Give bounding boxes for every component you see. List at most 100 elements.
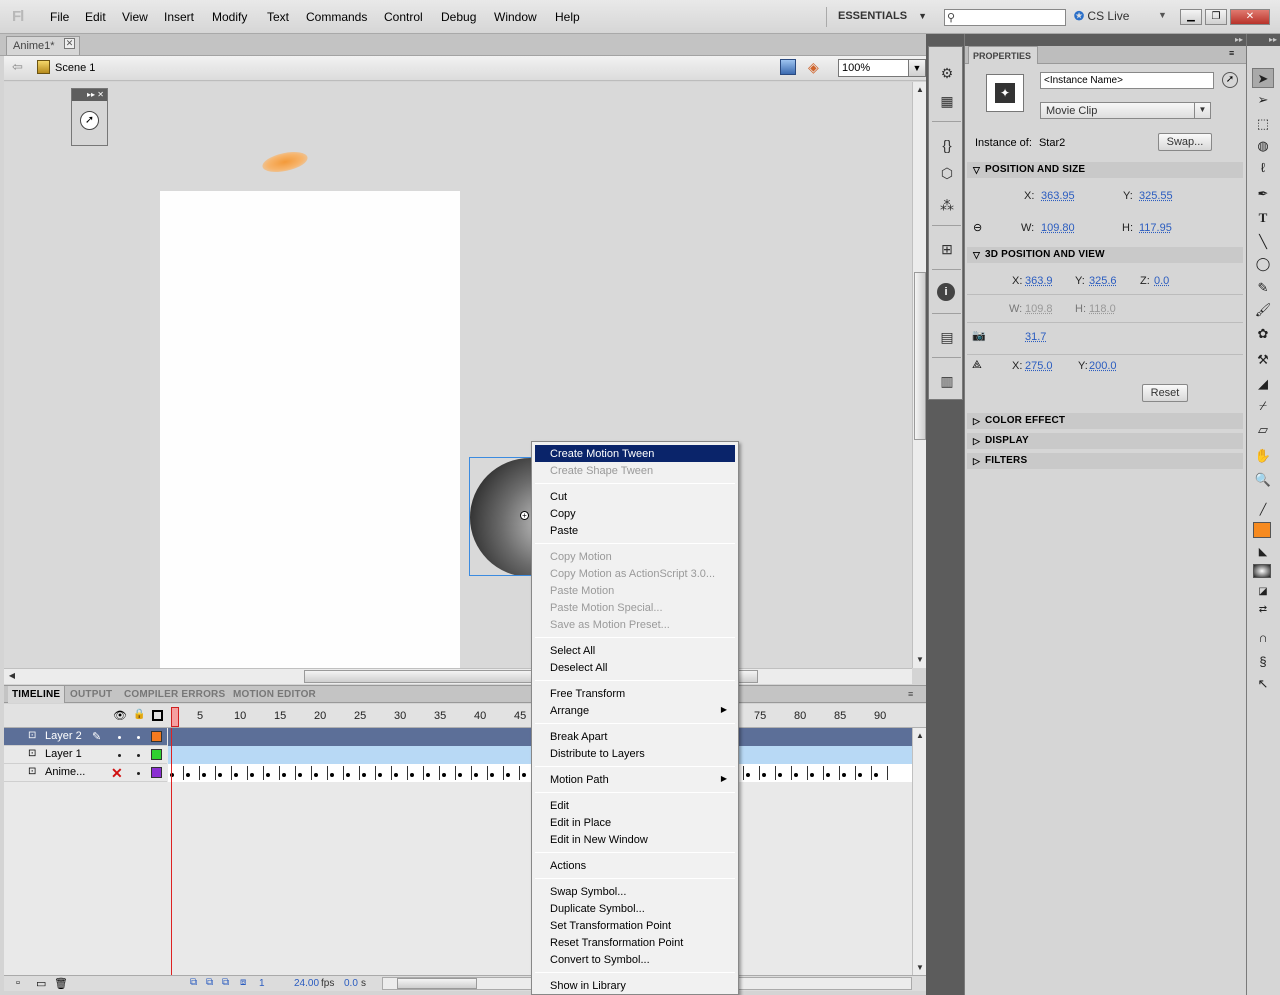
frame-cell[interactable]: [320, 766, 328, 780]
frame-cell[interactable]: [304, 766, 312, 780]
frame-number[interactable]: 35: [434, 710, 446, 722]
frame-number[interactable]: 25: [354, 710, 366, 722]
frame-cell[interactable]: [456, 766, 464, 780]
frame-cell[interactable]: [432, 766, 440, 780]
chevron-down-icon[interactable]: ▼: [908, 59, 926, 77]
free-transform-tool-icon[interactable]: ⬚: [1252, 114, 1274, 134]
back-arrow-icon[interactable]: ⇦: [12, 59, 23, 75]
lasso-tool-icon[interactable]: ℓ: [1252, 158, 1274, 178]
frame-cell[interactable]: [344, 766, 352, 780]
perspective-angle[interactable]: 31.7: [1025, 331, 1046, 343]
frame-cell[interactable]: [264, 766, 272, 780]
search-input[interactable]: ⚲: [944, 9, 1066, 26]
menu-item-arrange[interactable]: Arrange ▶: [535, 702, 735, 719]
onion-skin-icon[interactable]: ⧉: [206, 977, 213, 988]
stroke-color-icon[interactable]: ╱: [1252, 500, 1274, 520]
frame-cell[interactable]: [216, 766, 224, 780]
orange-glow-shape[interactable]: [260, 148, 310, 176]
section-filters[interactable]: ▷ FILTERS: [967, 453, 1243, 469]
menu-item-swap-symbol[interactable]: Swap Symbol...: [535, 883, 735, 900]
center-frame-icon[interactable]: ⧉: [190, 977, 197, 988]
frame-cell[interactable]: [760, 766, 768, 780]
frame-number[interactable]: 10: [234, 710, 246, 722]
edit-symbols-icon[interactable]: ◈: [808, 59, 824, 75]
frame-cell[interactable]: [840, 766, 848, 780]
frame-cell[interactable]: [312, 766, 320, 780]
align-icon[interactable]: ▤: [937, 327, 957, 347]
menu-item-free-transform[interactable]: Free Transform: [535, 685, 735, 702]
frame-number[interactable]: 75: [754, 710, 766, 722]
registration-point[interactable]: +: [520, 511, 529, 520]
frame-cell[interactable]: [440, 766, 448, 780]
frame-cell[interactable]: [856, 766, 864, 780]
frame-cell[interactable]: [880, 766, 888, 780]
frame-cell[interactable]: [168, 766, 176, 780]
menu-item-set-transformation-point[interactable]: Set Transformation Point: [535, 917, 735, 934]
menu-debug[interactable]: Debug: [441, 10, 476, 24]
frame-cell[interactable]: [832, 766, 840, 780]
current-frame[interactable]: 1: [259, 978, 265, 989]
y-value[interactable]: 325.55: [1139, 190, 1173, 202]
menu-window[interactable]: Window: [494, 10, 537, 24]
cs-live-button[interactable]: ✪ CS Live: [1074, 9, 1129, 23]
stage-vertical-scrollbar[interactable]: ▲ ▼: [912, 82, 926, 668]
frame-cell[interactable]: [872, 766, 880, 780]
onion-outline-icon[interactable]: ⧉: [222, 977, 229, 988]
scroll-up-icon[interactable]: ▲: [914, 730, 926, 742]
vanishing-y[interactable]: 200.0: [1089, 360, 1117, 372]
panel-menu-icon[interactable]: ≡: [1229, 48, 1234, 58]
close-window-button[interactable]: ✕: [1230, 9, 1270, 25]
frame-cell[interactable]: [504, 766, 512, 780]
scroll-down-icon[interactable]: ▼: [914, 654, 926, 666]
panel-collapse-bar[interactable]: ▸▸: [1247, 34, 1280, 46]
chevron-down-icon[interactable]: ▼: [1158, 10, 1167, 20]
timeline-vertical-scrollbar[interactable]: ▲ ▼: [912, 728, 926, 976]
edit-scene-icon[interactable]: [780, 59, 796, 75]
elapsed-time[interactable]: 0.0: [344, 978, 358, 989]
visibility-dot[interactable]: [118, 754, 121, 757]
motion-presets-icon[interactable]: ⚙: [937, 63, 957, 83]
frame-number[interactable]: 45: [514, 710, 526, 722]
stage-horizontal-scrollbar[interactable]: ◀: [4, 668, 912, 684]
z3d-value[interactable]: 0.0: [1154, 275, 1169, 287]
menu-file[interactable]: File: [50, 10, 69, 24]
menu-item-convert-to-symbol[interactable]: Convert to Symbol...: [535, 951, 735, 968]
scroll-thumb[interactable]: [914, 272, 926, 440]
frame-number[interactable]: 30: [394, 710, 406, 722]
frame-cell[interactable]: [240, 766, 248, 780]
stage-area[interactable]: + ▸▸ ✕ ➚: [4, 82, 912, 668]
frame-cell[interactable]: [336, 766, 344, 780]
arrow-icon[interactable]: ➚: [80, 111, 99, 130]
x3d-value[interactable]: 363.9: [1025, 275, 1053, 287]
new-layer-icon[interactable]: ▫: [16, 977, 20, 989]
frame-cell[interactable]: [184, 766, 192, 780]
line-tool-icon[interactable]: ╲: [1252, 232, 1274, 252]
menu-insert[interactable]: Insert: [164, 10, 194, 24]
frame-cell[interactable]: [784, 766, 792, 780]
menu-view[interactable]: View: [122, 10, 148, 24]
edit-multiple-frames-icon[interactable]: ⧈: [240, 977, 246, 988]
lock-dot[interactable]: [137, 772, 140, 775]
frame-cell[interactable]: [424, 766, 432, 780]
frame-cell[interactable]: [248, 766, 256, 780]
hand-tool-icon[interactable]: ✋: [1252, 446, 1274, 466]
frame-cell[interactable]: [328, 766, 336, 780]
frame-cell[interactable]: [288, 766, 296, 780]
menu-item-cut[interactable]: Cut: [535, 488, 735, 505]
link-icon[interactable]: ⊖: [973, 221, 982, 234]
section-3d-position[interactable]: ▽ 3D POSITION AND VIEW: [967, 247, 1243, 263]
tab-properties[interactable]: PROPERTIES: [968, 46, 1039, 64]
menu-edit[interactable]: Edit: [85, 10, 106, 24]
menu-item-motion-path[interactable]: Motion Path ▶: [535, 771, 735, 788]
brush-tool-icon[interactable]: 🖌: [1252, 300, 1274, 320]
w-value[interactable]: 109.80: [1041, 222, 1075, 234]
zoom-tool-icon[interactable]: 🔍: [1252, 470, 1274, 490]
eyedropper-tool-icon[interactable]: ⌿: [1252, 396, 1274, 416]
frame-cell[interactable]: [224, 766, 232, 780]
oval-tool-icon[interactable]: ◯: [1252, 254, 1274, 274]
panel-menu-icon[interactable]: ≡: [908, 689, 913, 699]
tab-compiler-errors[interactable]: COMPILER ERRORS: [124, 689, 225, 700]
edit-instance-icon[interactable]: ➚: [1222, 72, 1238, 88]
frame-cell[interactable]: [360, 766, 368, 780]
scroll-down-icon[interactable]: ▼: [914, 962, 926, 974]
